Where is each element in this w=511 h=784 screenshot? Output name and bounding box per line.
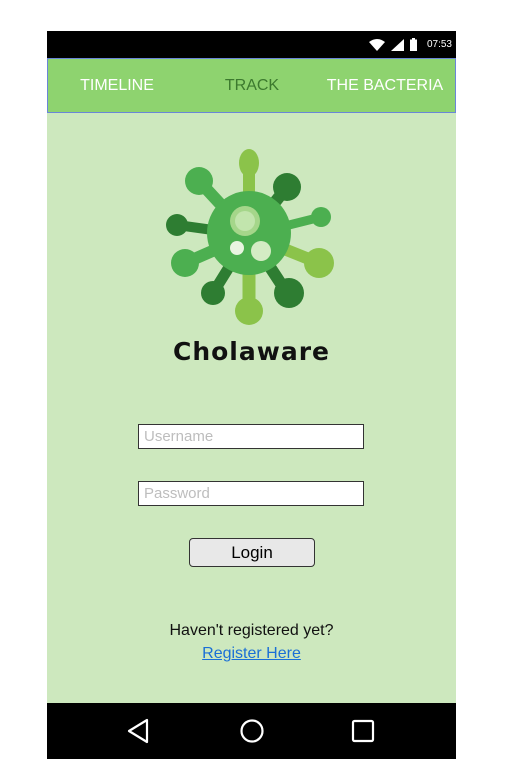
register-here-link[interactable]: Register Here — [202, 645, 301, 662]
home-icon[interactable] — [238, 717, 266, 745]
tab-track[interactable]: TRACK — [213, 59, 291, 112]
wifi-icon — [368, 38, 385, 51]
register-prompt: Haven't registered yet? — [169, 622, 334, 639]
login-button[interactable]: Login — [189, 538, 315, 567]
back-icon[interactable] — [125, 717, 153, 745]
username-input[interactable] — [138, 424, 364, 449]
tab-bar: TIMELINE TRACK THE BACTERIA — [47, 58, 456, 113]
password-input[interactable] — [138, 481, 364, 506]
phone-screen: 07:53 TIMELINE TRACK THE BACTERIA Cholaw… — [47, 31, 456, 759]
app-name: Cholaware — [172, 337, 330, 366]
status-time: 07:53 — [426, 39, 452, 50]
bacteria-logo-icon — [166, 149, 334, 325]
tab-timeline[interactable]: TIMELINE — [68, 59, 166, 112]
recent-apps-icon[interactable] — [349, 717, 377, 745]
nav-bar — [47, 703, 456, 759]
tab-the-bacteria[interactable]: THE BACTERIA — [326, 59, 444, 112]
status-bar: 07:53 — [47, 31, 456, 58]
register-link: Register Here — [47, 645, 456, 663]
status-icons: 07:53 — [368, 31, 452, 58]
battery-icon — [409, 38, 417, 51]
signal-icon — [390, 38, 404, 51]
